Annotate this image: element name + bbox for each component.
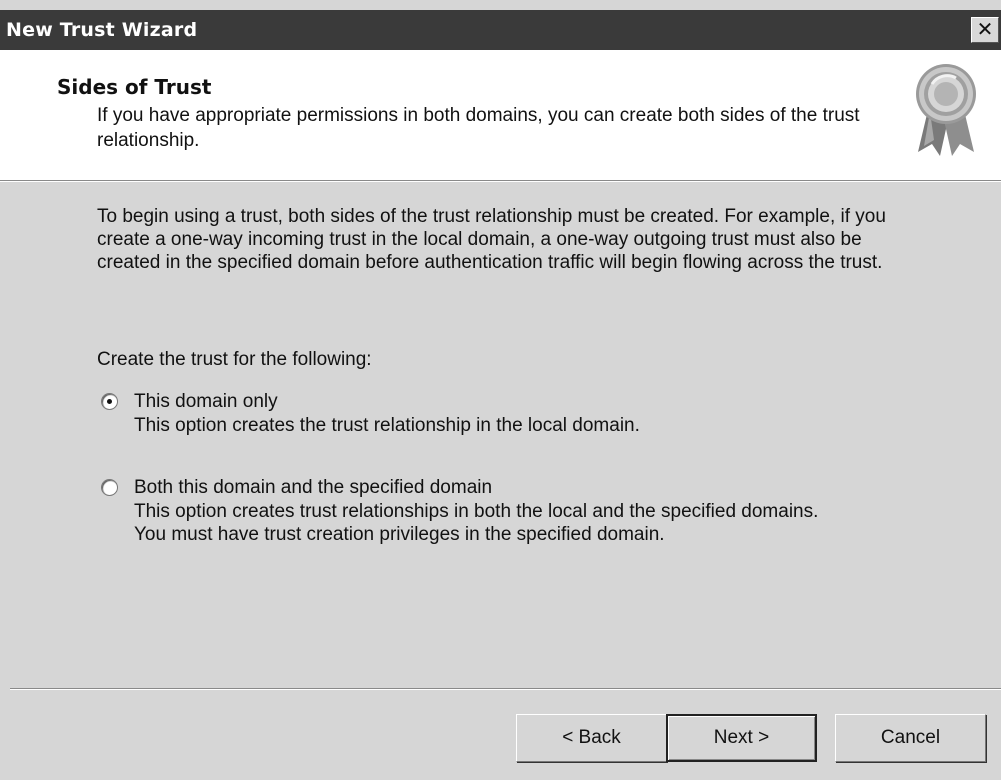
option-both-domains[interactable]: Both this domain and the specified domai…: [97, 476, 957, 548]
radio-both-domains[interactable]: [101, 479, 118, 496]
close-button[interactable]: ✕: [971, 17, 999, 43]
wizard-header: Sides of Trust If you have appropriate p…: [0, 50, 1001, 180]
options-prompt: Create the trust for the following:: [97, 349, 372, 370]
option-description: This option creates the trust relationsh…: [134, 415, 640, 436]
certificate-ribbon-icon: [916, 64, 976, 156]
option-description-line2: You must have trust creation privileges …: [134, 524, 665, 545]
cancel-button[interactable]: Cancel: [835, 714, 986, 762]
back-button[interactable]: < Back: [516, 714, 667, 762]
title-bar[interactable]: New Trust Wizard ✕: [0, 10, 1001, 50]
option-label[interactable]: This domain only: [134, 390, 278, 413]
page-description: If you have appropriate permissions in b…: [97, 105, 860, 151]
option-description-line1: This option creates trust relationships …: [134, 501, 819, 522]
option-label[interactable]: Both this domain and the specified domai…: [134, 476, 492, 499]
intro-text: To begin using a trust, both sides of th…: [97, 206, 886, 273]
footer-divider-highlight: [10, 689, 1001, 690]
next-button[interactable]: Next >: [666, 714, 817, 762]
radio-this-domain-only[interactable]: [101, 393, 118, 410]
header-divider-highlight: [0, 181, 1001, 182]
page-title: Sides of Trust: [57, 75, 212, 99]
window-title: New Trust Wizard: [6, 19, 198, 41]
wizard-window: New Trust Wizard ✕ Sides of Trust If you…: [0, 0, 1001, 780]
radio-selected-dot: [107, 399, 112, 404]
close-icon: ✕: [976, 17, 994, 41]
option-this-domain-only[interactable]: This domain only This option creates the…: [97, 390, 957, 440]
